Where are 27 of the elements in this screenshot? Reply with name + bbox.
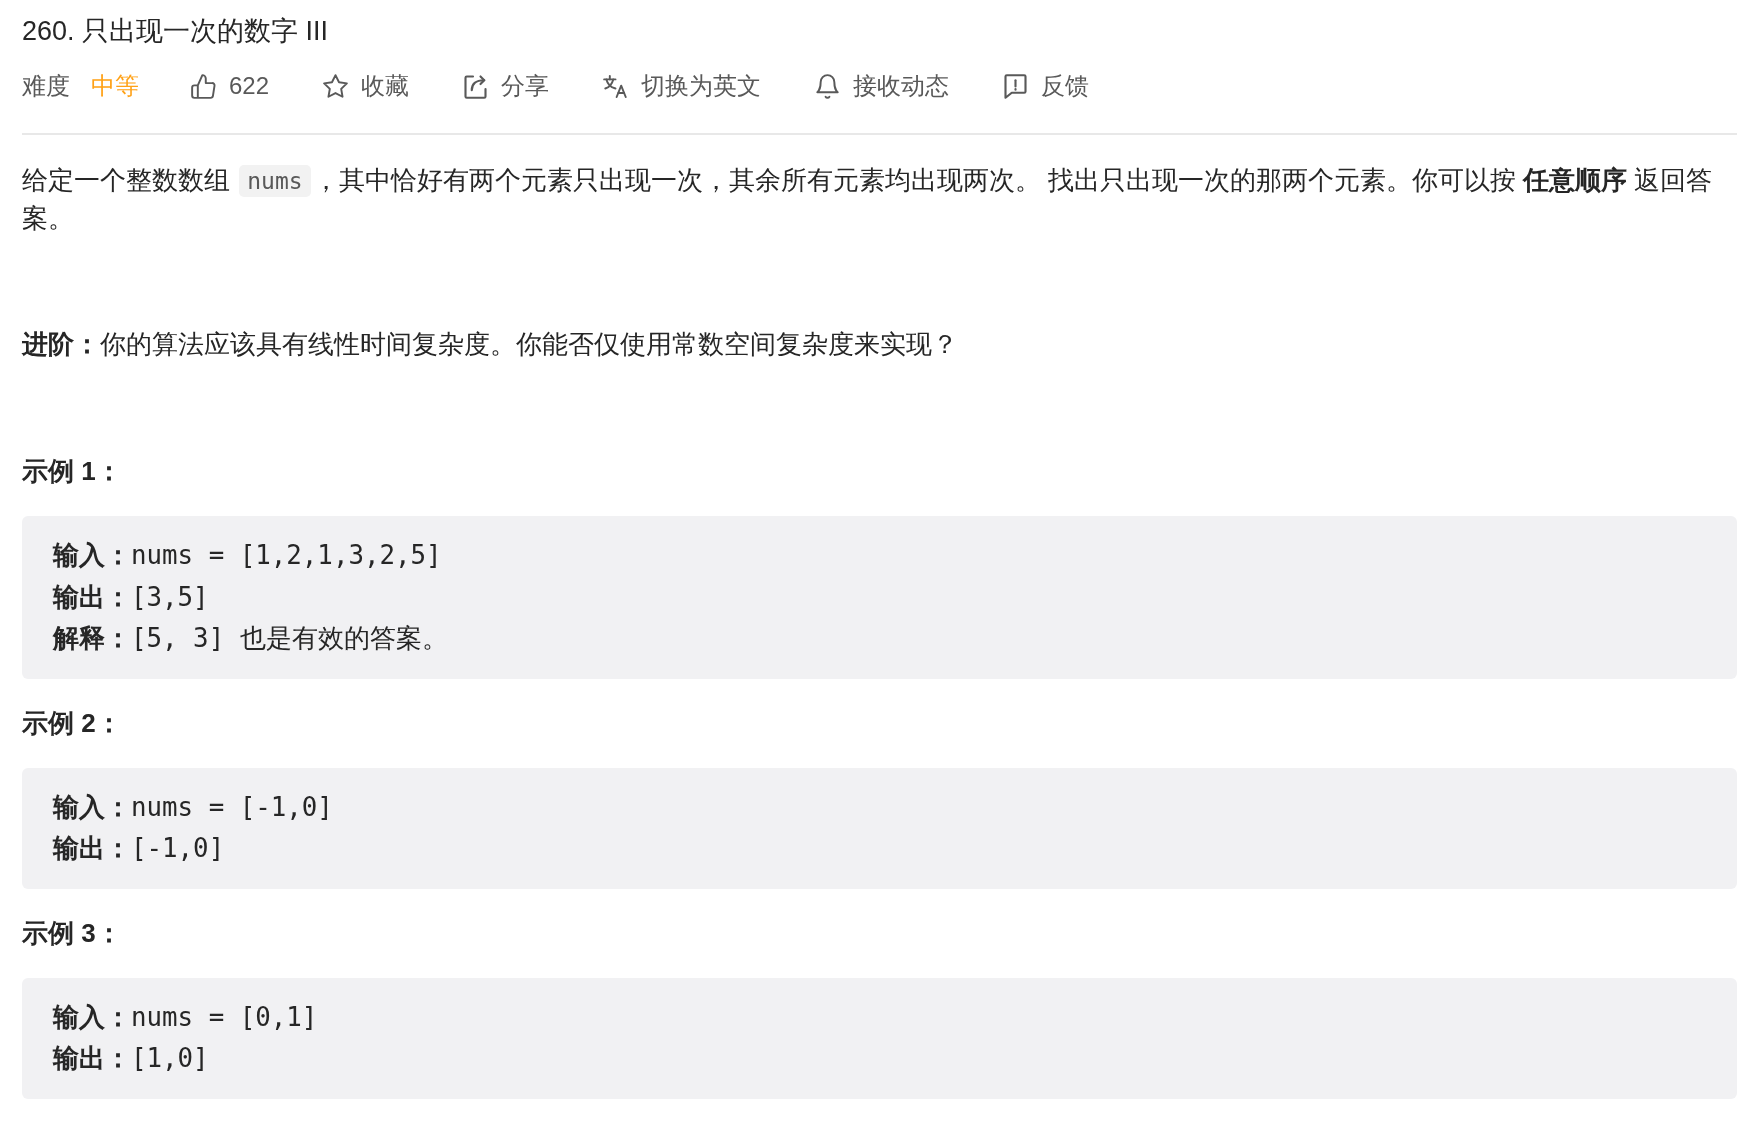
translate-button[interactable]: 切换为英文: [603, 68, 762, 104]
share-button[interactable]: 分享: [463, 68, 550, 104]
speech-bubble-icon: [1003, 73, 1029, 99]
example-line: 输入：nums = [0,1]: [53, 1000, 319, 1034]
favorite-button[interactable]: 收藏: [323, 68, 410, 104]
example-heading: 示例 2：: [22, 706, 123, 740]
example-line: 输入：nums = [-1,0]: [53, 790, 334, 824]
thumbs-up-icon: [191, 73, 216, 99]
example-heading: 示例 3：: [22, 916, 123, 950]
bell-icon: [815, 73, 841, 99]
share-icon: [463, 73, 489, 99]
translate-icon: [603, 73, 629, 99]
like-button[interactable]: 622: [191, 68, 270, 104]
follow-up-text: 进阶：你的算法应该具有线性时间复杂度。你能否仅使用常数空间复杂度来实现？: [22, 328, 959, 361]
example-line: 输出：[3,5]: [53, 580, 210, 614]
example-heading: 示例 1：: [22, 455, 123, 488]
feedback-button[interactable]: 反馈: [1003, 68, 1090, 104]
example-line: 输入：nums = [1,2,1,3,2,5]: [53, 539, 443, 572]
example-line: 输出：[1,0]: [53, 1042, 210, 1075]
example-line: 输出：[-1,0]: [53, 832, 226, 865]
difficulty-level: 中等: [91, 71, 139, 101]
problem-description: 给定一个整数数组 nums ，其中恰好有两个元素只出现一次，其余所有元素均出现两次。 找出只出现一次的那两个元素。你可以按 任意顺序 返回答案。: [22, 164, 1714, 235]
problem-title: 260. 只出现一次的数字 III: [22, 15, 330, 48]
example-line: 解释：[5, 3] 也是有效的答案。: [53, 622, 449, 655]
subscribe-button[interactable]: 接收动态: [815, 68, 950, 104]
difficulty-label: 难度: [22, 71, 70, 101]
star-icon: [323, 73, 349, 99]
